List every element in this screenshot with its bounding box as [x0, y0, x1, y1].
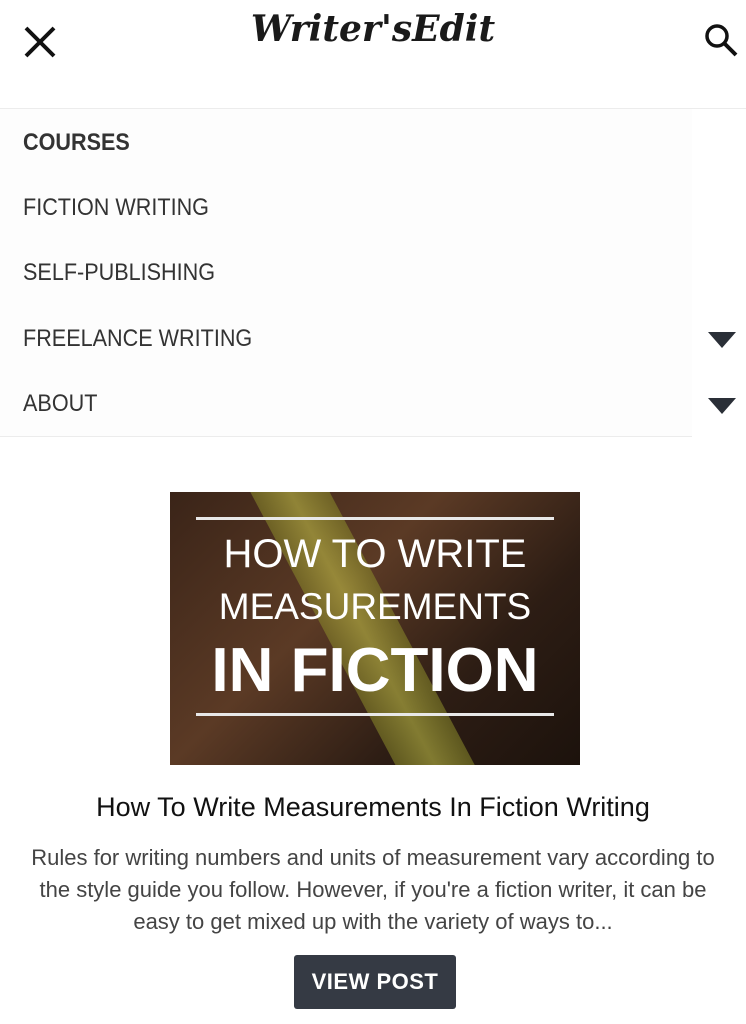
- menu-item-label: FICTION WRITING: [23, 194, 209, 221]
- caret-down-icon[interactable]: [708, 398, 736, 414]
- view-post-button[interactable]: VIEW POST: [294, 955, 456, 1009]
- menu-item-fiction-writing[interactable]: FICTION WRITING: [0, 176, 746, 240]
- divider: [196, 713, 554, 716]
- post-thumbnail[interactable]: HOW TO WRITE MEASUREMENTS IN FICTION: [170, 492, 580, 765]
- search-icon: [705, 24, 738, 57]
- menu-item-label: SELF-PUBLISHING: [23, 259, 216, 286]
- thumbnail-text-line: MEASUREMENTS: [218, 586, 532, 627]
- menu-item-freelance-writing[interactable]: FREELANCE WRITING: [0, 307, 746, 371]
- menu-item-courses[interactable]: COURSES: [0, 111, 746, 175]
- nav-menu: COURSES FICTION WRITING SELF-PUBLISHING …: [0, 109, 692, 437]
- site-logo[interactable]: Writer'sEdit: [0, 8, 746, 50]
- thumbnail-text-line: IN FICTION: [211, 636, 539, 705]
- post-title[interactable]: How To Write Measurements In Fiction Wri…: [0, 792, 746, 823]
- divider: [196, 517, 554, 520]
- post-excerpt: Rules for writing numbers and units of m…: [31, 845, 715, 934]
- site-header: Writer'sEdit: [0, 0, 746, 109]
- menu-item-label: ABOUT: [23, 390, 98, 417]
- search-button[interactable]: [702, 20, 742, 60]
- menu-item-label: COURSES: [23, 129, 130, 156]
- menu-item-about[interactable]: ABOUT: [0, 372, 746, 436]
- caret-down-icon[interactable]: [708, 332, 736, 348]
- thumbnail-text-line: HOW TO WRITE: [223, 532, 527, 576]
- menu-item-label: FREELANCE WRITING: [23, 325, 253, 352]
- menu-item-self-publishing[interactable]: SELF-PUBLISHING: [0, 241, 746, 305]
